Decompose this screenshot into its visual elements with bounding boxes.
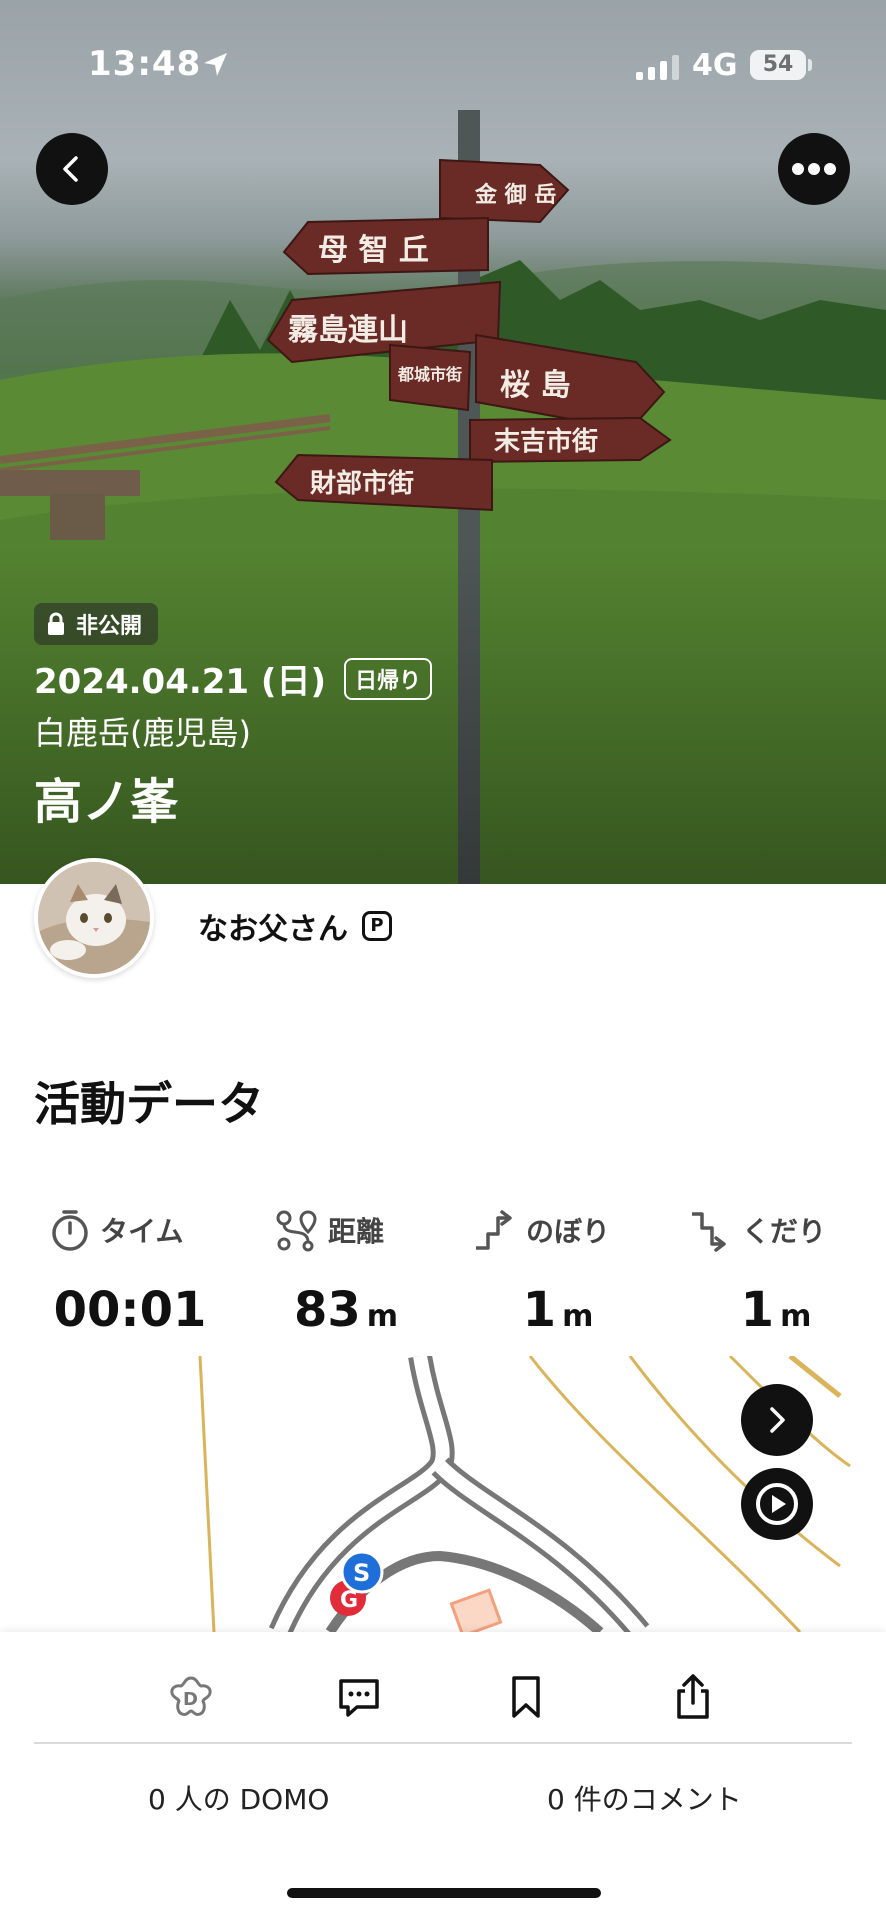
svg-text:都城市街: 都城市街 (397, 365, 462, 384)
svg-text:金 御 岳: 金 御 岳 (474, 182, 556, 208)
stat-time: タイム 00:01 (30, 1206, 230, 1338)
more-options-button[interactable] (778, 133, 850, 205)
back-button[interactable] (36, 133, 108, 205)
stat-distance-label: 距離 (328, 1215, 385, 1248)
domo-button[interactable]: D (164, 1670, 218, 1724)
stat-time-value: 00:01 (53, 1282, 207, 1338)
stat-time-label: タイム (100, 1215, 184, 1248)
share-icon (677, 1674, 709, 1719)
start-marker: S (353, 1559, 370, 1587)
svg-text:D: D (183, 1689, 198, 1710)
stat-descent-unit: m (780, 1299, 812, 1334)
stat-descent-value: 1 (740, 1282, 775, 1338)
bookmark-button[interactable] (499, 1670, 553, 1724)
stat-ascent-value: 1 (522, 1282, 557, 1338)
stat-distance-unit: m (366, 1299, 399, 1334)
comment-button[interactable] (332, 1670, 386, 1724)
comment-count[interactable]: 0 件のコメント (547, 1778, 742, 1818)
more-dots-icon (792, 163, 836, 175)
home-indicator (287, 1888, 601, 1898)
stat-ascent: のぼり 1m (458, 1206, 658, 1338)
domo-count[interactable]: 0 人の DOMO (148, 1778, 329, 1818)
battery-icon: 54 (750, 50, 806, 80)
share-button[interactable] (666, 1670, 720, 1724)
location-arrow-icon (204, 53, 227, 76)
stat-ascent-unit: m (562, 1299, 594, 1334)
divider (34, 1742, 852, 1744)
chevron-right-icon (770, 1407, 785, 1433)
privacy-label: 非公開 (76, 614, 143, 639)
svg-text:末吉市街: 末吉市街 (494, 426, 598, 457)
stat-distance: 距離 83 m (246, 1206, 446, 1338)
svg-text:霧島連山: 霧島連山 (288, 313, 408, 348)
stat-descent-label: くだり (742, 1215, 827, 1248)
domo-flower-icon: D (170, 1676, 212, 1716)
comment-icon (339, 1679, 379, 1717)
play-circle-icon (756, 1483, 798, 1525)
map-expand-button[interactable] (741, 1384, 813, 1456)
status-bar: 13:48 4G 54 (0, 0, 886, 130)
bottom-action-bar: D 0 人の DOMO 0 件のコメント (0, 1632, 886, 1920)
descent-icon (692, 1212, 726, 1252)
cellular-signal-icon (636, 54, 679, 80)
privacy-badge: 非公開 (34, 603, 159, 645)
network-type: 4G (692, 48, 738, 83)
svg-text:母 智 丘: 母 智 丘 (318, 233, 429, 268)
ascent-icon (476, 1210, 512, 1250)
trip-type-badge: 日帰り (344, 657, 433, 700)
hero-photo-area: 金 御 岳 母 智 丘 霧島連山 都城市街 桜 島 末吉市街 財部市街 13:4… (0, 0, 886, 884)
activity-stats: タイム 00:01 距離 83 m のぼり 1m くだり 1 m (0, 1206, 886, 1346)
mountain-name[interactable]: 白鹿岳(鹿児島) (34, 708, 251, 754)
bookmark-icon (512, 1676, 540, 1718)
premium-badge: P (362, 911, 392, 941)
stopwatch-icon (52, 1210, 88, 1251)
stat-distance-value: 83 (293, 1282, 361, 1338)
map-playback-button[interactable] (741, 1468, 813, 1540)
avatar[interactable] (34, 858, 154, 978)
section-title: 活動データ (34, 1077, 264, 1131)
status-time: 13:48 (88, 44, 202, 84)
chevron-left-icon (63, 156, 78, 182)
activity-date: 2024.04.21 (日) (34, 662, 327, 702)
route-map[interactable]: G S (0, 1356, 886, 1632)
username[interactable]: なお父さん (198, 904, 348, 948)
svg-text:財部市街: 財部市街 (310, 468, 414, 499)
avatar-cat-image (38, 862, 150, 974)
activity-title: 高ノ峯 (34, 774, 179, 830)
stat-ascent-label: のぼり (526, 1215, 611, 1248)
lock-icon (48, 612, 64, 635)
route-icon (276, 1210, 317, 1252)
svg-text:桜 島: 桜 島 (500, 368, 570, 403)
stat-descent: くだり 1m (676, 1206, 876, 1338)
